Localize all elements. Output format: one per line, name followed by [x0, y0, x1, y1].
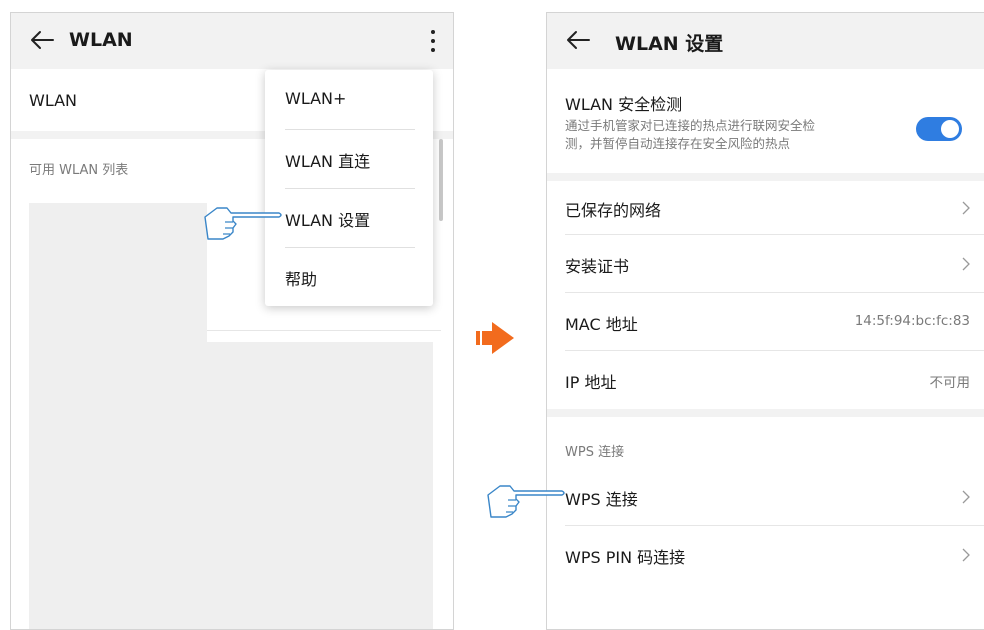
wlan-settings-screen: WLAN 设置 WLAN 安全检测 通过手机管家对已连接的热点进行联网安全检 测…: [546, 12, 984, 630]
scrollbar[interactable]: [439, 139, 443, 221]
menu-item-help[interactable]: 帮助: [285, 247, 433, 306]
overflow-menu: WLAN+ WLAN 直连 WLAN 设置 帮助: [265, 70, 433, 306]
description-line: 通过手机管家对已连接的热点进行联网安全检: [565, 118, 816, 133]
more-vert-icon[interactable]: [429, 27, 437, 55]
ip-address-label: IP 地址: [565, 373, 617, 392]
back-arrow-icon[interactable]: [563, 25, 593, 55]
chevron-right-icon: [962, 548, 970, 562]
security-check-toggle[interactable]: [916, 117, 962, 141]
security-check-description: 通过手机管家对已连接的热点进行联网安全检 测，并暂停自动连接存在安全风险的热点: [565, 117, 815, 153]
pointing-hand-icon: [487, 485, 565, 518]
menu-item-label: WLAN+: [285, 89, 347, 108]
mac-address-row: MAC 地址 14:5f:94:bc:fc:83: [547, 293, 984, 350]
toggle-knob: [941, 120, 959, 138]
wps-connect-label: WPS 连接: [565, 490, 638, 509]
page-title: WLAN 设置: [615, 33, 724, 55]
menu-item-label: WLAN 设置: [285, 211, 371, 230]
menu-item-wlan-direct[interactable]: WLAN 直连: [285, 129, 433, 188]
menu-item-wlan-settings[interactable]: WLAN 设置: [285, 188, 433, 247]
available-list-label: 可用 WLAN 列表: [29, 163, 129, 178]
wps-pin-label: WPS PIN 码连接: [565, 548, 686, 567]
chevron-right-icon: [962, 490, 970, 504]
description-line: 测，并暂停自动连接存在安全风险的热点: [565, 136, 791, 151]
section-gap: [547, 409, 984, 417]
pointing-hand-icon: [204, 207, 282, 240]
ip-address-value: 不可用: [929, 375, 971, 391]
install-cert-label: 安装证书: [565, 257, 630, 276]
wps-pin-row[interactable]: WPS PIN 码连接: [547, 526, 984, 583]
app-bar: WLAN 设置: [547, 13, 984, 69]
menu-item-label: WLAN 直连: [285, 152, 371, 171]
section-gap: [547, 173, 984, 181]
chevron-right-icon: [962, 257, 970, 271]
chevron-right-icon: [962, 201, 970, 215]
menu-item-label: 帮助: [285, 270, 318, 289]
security-check-label: WLAN 安全检测: [565, 95, 683, 114]
saved-networks-label: 已保存的网络: [565, 201, 662, 220]
wlan-security-check-row[interactable]: WLAN 安全检测 通过手机管家对已连接的热点进行联网安全检 测，并暂停自动连接…: [547, 69, 984, 173]
list-divider: [207, 330, 441, 331]
menu-item-wlan-plus[interactable]: WLAN+: [285, 70, 433, 129]
back-arrow-icon[interactable]: [27, 25, 57, 55]
wps-connect-row[interactable]: WPS 连接: [547, 468, 984, 525]
network-list-placeholder: [29, 203, 207, 629]
wlan-screen: WLAN WLAN 可用 WLAN 列表 WLAN+ WLAN 直连 WLAN …: [10, 12, 454, 630]
mac-address-label: MAC 地址: [565, 315, 638, 334]
wps-section-label: WPS 连接: [565, 445, 625, 460]
ip-address-row: IP 地址 不可用: [547, 351, 984, 409]
page-title: WLAN: [69, 29, 133, 51]
app-bar: WLAN: [11, 13, 453, 69]
mac-address-value: 14:5f:94:bc:fc:83: [854, 313, 970, 329]
saved-networks-row[interactable]: 已保存的网络: [547, 181, 984, 234]
network-list-placeholder-2: [207, 342, 433, 629]
install-cert-row[interactable]: 安装证书: [547, 235, 984, 292]
wlan-row-label: WLAN: [29, 91, 78, 110]
right-arrow-icon: [476, 322, 514, 354]
